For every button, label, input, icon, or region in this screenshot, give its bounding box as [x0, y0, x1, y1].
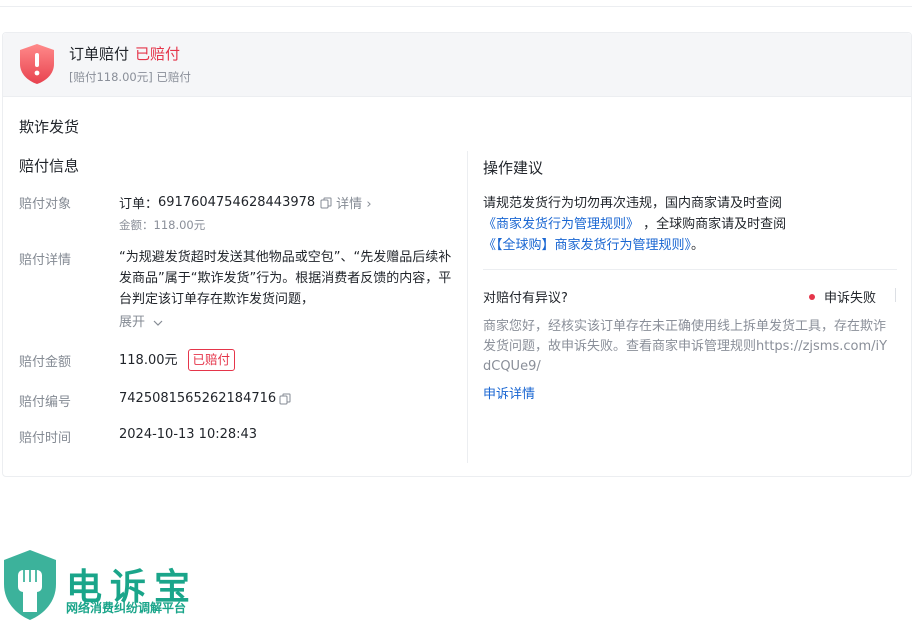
- expand-button[interactable]: 展开: [119, 311, 163, 330]
- banner-sub-status: 已赔付: [156, 70, 191, 84]
- banner-sub-amount: [赔付118.00元]: [69, 70, 153, 84]
- dispute-title: 对赔付有异议?: [483, 291, 568, 306]
- pay-amount: 118.00元: [119, 353, 178, 368]
- case-type: 欺诈发货: [19, 118, 80, 136]
- advice-title: 操作建议: [483, 159, 544, 177]
- watermark: 电诉宝 网络消费纠纷调解平台: [0, 546, 220, 622]
- order-number: 6917604754628443978: [158, 195, 316, 210]
- order-line: 订单： 6917604754628443978 详情 ›: [119, 193, 372, 212]
- pay-number-row: 7425081565262184716: [119, 391, 291, 406]
- object-label: 赔付对象: [19, 197, 72, 212]
- pay-time-label: 赔付时间: [19, 431, 72, 446]
- order-prefix: 订单：: [119, 197, 159, 212]
- pay-amount-label: 赔付金额: [19, 355, 72, 370]
- order-detail-label: 详情: [336, 197, 363, 212]
- copy-icon[interactable]: [279, 393, 291, 405]
- chevron-right-icon: ›: [366, 197, 372, 212]
- detail-text: “为规避发货超时发送其他物品或空包”、“先发赠品后续补发商品”属于“欺诈发货”行…: [119, 250, 452, 307]
- top-divider: [0, 6, 912, 7]
- pay-amount-row: 118.00元 已赔付: [119, 349, 236, 371]
- status-badge: 已赔付: [187, 349, 236, 371]
- order-detail-link[interactable]: 详情 ›: [336, 193, 371, 212]
- info-section-title: 赔付信息: [19, 157, 80, 175]
- advice-line1: 请规范发货行为切勿再次违规，国内商家请及时查阅: [483, 196, 783, 211]
- status-dot-icon: [809, 293, 815, 300]
- banner-subtitle: [赔付118.00元] 已赔付: [69, 69, 191, 85]
- watermark-tagline: 网络消费纠纷调解平台: [66, 601, 187, 615]
- compensation-banner: 订单赔付 已赔付 [赔付118.00元] 已赔付: [3, 33, 911, 97]
- pay-number-label: 赔付编号: [19, 395, 72, 410]
- expand-label: 展开: [119, 315, 146, 330]
- dispute-description: 商家您好，经核实该订单存在未正确使用线上拆单发货工具，存在欺诈发货问题，故申诉失…: [483, 319, 888, 374]
- appeal-status-text: 申诉失败: [824, 291, 877, 306]
- domestic-rule-link[interactable]: 《商家发货行为管理规则》: [483, 217, 639, 232]
- banner-title: 订单赔付 已赔付: [69, 43, 180, 64]
- fist-shield-logo-icon: [4, 550, 56, 620]
- appeal-detail-link[interactable]: 申诉详情: [483, 383, 535, 402]
- detail-label: 赔付详情: [19, 253, 72, 268]
- advice-mid: ，全球购商家请及时查阅: [643, 217, 787, 232]
- status-separator: [895, 288, 896, 302]
- advice-end: 。: [691, 238, 705, 253]
- pay-number: 7425081565262184716: [119, 391, 277, 406]
- order-amount: 金额：118.00元: [119, 218, 206, 232]
- compensation-card: 订单赔付 已赔付 [赔付118.00元] 已赔付 欺诈发货 赔付信息 赔付对象 订…: [2, 32, 912, 477]
- advice-text: 请规范发货行为切勿再次违规，国内商家请及时查阅 《商家发货行为管理规则》 ，全球…: [483, 193, 893, 256]
- appeal-status: 申诉失败: [809, 287, 876, 306]
- banner-title-text: 订单赔付: [69, 45, 130, 63]
- advice-divider: [483, 269, 897, 270]
- column-divider: [467, 151, 468, 463]
- banner-status: 已赔付: [135, 45, 181, 63]
- pay-time: 2024-10-13 10:28:43: [119, 427, 258, 442]
- chevron-down-icon: [153, 320, 163, 326]
- global-rule-link[interactable]: 《【全球购】商家发货行为管理规则》: [483, 238, 691, 253]
- warning-shield-icon: [20, 44, 54, 84]
- copy-icon[interactable]: [320, 197, 332, 209]
